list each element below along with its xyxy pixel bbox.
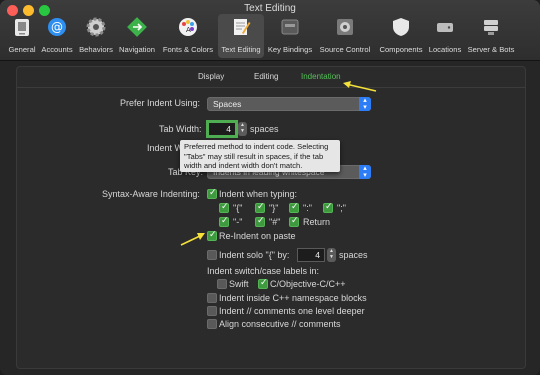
cpp-namespace-checkbox[interactable] <box>207 293 217 303</box>
switch-case-label: Indent switch/case labels in: <box>207 266 320 276</box>
tooltip: Preferred method to indent code. Selecti… <box>180 140 340 172</box>
svg-text:@: @ <box>51 20 63 34</box>
align-comments-checkbox[interactable] <box>207 319 217 329</box>
align-comments-label: Align consecutive // comments <box>219 319 341 329</box>
char-label: Return <box>303 217 331 227</box>
toolbar-text-editing[interactable]: Text Editing <box>218 14 264 58</box>
at-sign-icon: @ <box>48 18 66 36</box>
indent-solo-unit: spaces <box>339 250 368 260</box>
tab-width-unit: spaces <box>250 124 279 134</box>
shield-icon <box>393 18 409 36</box>
gear-icon <box>86 17 106 37</box>
toolbar-behaviors[interactable]: Behaviors <box>77 14 115 58</box>
char-label: "{" <box>233 203 243 213</box>
char-label: ":" <box>303 203 312 213</box>
annotation-arrow-icon <box>343 81 377 92</box>
indent-solo-checkbox[interactable] <box>207 250 217 260</box>
tab-width-field[interactable]: 4 <box>208 122 236 136</box>
toolbar-accounts[interactable]: @ Accounts <box>38 14 76 58</box>
tab-bar: Display Editing Indentation <box>17 72 525 85</box>
toolbar-locations[interactable]: Locations <box>426 14 464 58</box>
toolbar-source-control[interactable]: Source Control <box>316 14 374 58</box>
reindent-on-paste-label: Re-Indent on paste <box>219 231 296 241</box>
indent-when-typing-label: Indent when typing: <box>219 189 298 199</box>
tab-width-label: Tab Width: <box>159 124 202 134</box>
toolbar-general[interactable]: General <box>2 14 42 58</box>
drive-icon <box>437 23 453 32</box>
char-checkbox-colon[interactable] <box>289 202 299 213</box>
general-icon <box>15 19 29 36</box>
tab-separator <box>17 87 525 88</box>
comments-deeper-label: Indent // comments one level deeper <box>219 306 365 316</box>
indent-solo-field[interactable]: 4 <box>297 248 325 262</box>
titlebar: Text Editing General @ Accounts Behavior… <box>0 0 540 61</box>
char-label: "#" <box>269 217 281 227</box>
popup-arrows-icon: ▴ ▾ <box>359 97 371 111</box>
char-label: ";" <box>337 203 346 213</box>
window-title: Text Editing <box>244 3 296 14</box>
source-control-icon <box>337 19 353 35</box>
char-checkbox-return[interactable] <box>289 216 299 227</box>
reindent-on-paste-checkbox[interactable] <box>207 230 217 241</box>
toolbar-server-bots[interactable]: Server & Bots <box>464 14 518 58</box>
char-checkbox-dash[interactable] <box>219 216 229 227</box>
syntax-aware-label: Syntax-Aware Indenting: <box>102 189 200 199</box>
server-icon <box>484 20 498 35</box>
toolbar-fonts-colors[interactable]: A Fonts & Colors <box>160 14 216 58</box>
swift-checkbox[interactable] <box>217 279 227 289</box>
toolbar-key-bindings[interactable]: Key Bindings <box>266 14 314 58</box>
tab-editing[interactable]: Editing <box>254 72 278 81</box>
toolbar-navigation[interactable]: Navigation <box>116 14 158 58</box>
indent-width-label: Indent W <box>147 143 184 153</box>
prefer-indent-popup[interactable]: Spaces ▴ ▾ <box>207 97 371 111</box>
tab-display[interactable]: Display <box>198 72 224 81</box>
char-checkbox-close-brace[interactable] <box>255 202 265 213</box>
popup-arrows-icon: ▴ ▾ <box>359 165 371 179</box>
keyboard-icon <box>281 19 299 35</box>
char-label: "}" <box>269 203 279 213</box>
char-label: "-" <box>233 217 243 227</box>
svg-text:A: A <box>186 26 191 34</box>
objc-label: C/Objective-C/C++ <box>270 279 346 289</box>
objc-checkbox[interactable] <box>258 278 268 289</box>
indent-when-typing-checkbox[interactable] <box>207 188 217 199</box>
prefer-indent-label: Prefer Indent Using: <box>120 98 201 108</box>
annotation-arrow-icon <box>180 233 205 246</box>
indent-solo-label: Indent solo "{" by: <box>219 250 290 260</box>
toolbar-components[interactable]: Components <box>376 14 426 58</box>
palette-icon: A <box>179 18 197 36</box>
preferences-window: Text Editing General @ Accounts Behavior… <box>0 0 540 375</box>
indent-solo-stepper[interactable]: ▲ ▼ <box>327 248 336 262</box>
tab-width-stepper[interactable]: ▲ ▼ <box>238 122 247 136</box>
navigation-icon <box>127 17 147 37</box>
char-checkbox-open-brace[interactable] <box>219 202 229 213</box>
tab-indentation[interactable]: Indentation <box>301 72 341 81</box>
text-editing-icon <box>234 19 251 35</box>
cpp-namespace-label: Indent inside C++ namespace blocks <box>219 293 367 303</box>
char-checkbox-semicolon[interactable] <box>323 202 333 213</box>
comments-deeper-checkbox[interactable] <box>207 306 217 316</box>
swift-label: Swift <box>229 279 249 289</box>
char-checkbox-hash[interactable] <box>255 216 265 227</box>
